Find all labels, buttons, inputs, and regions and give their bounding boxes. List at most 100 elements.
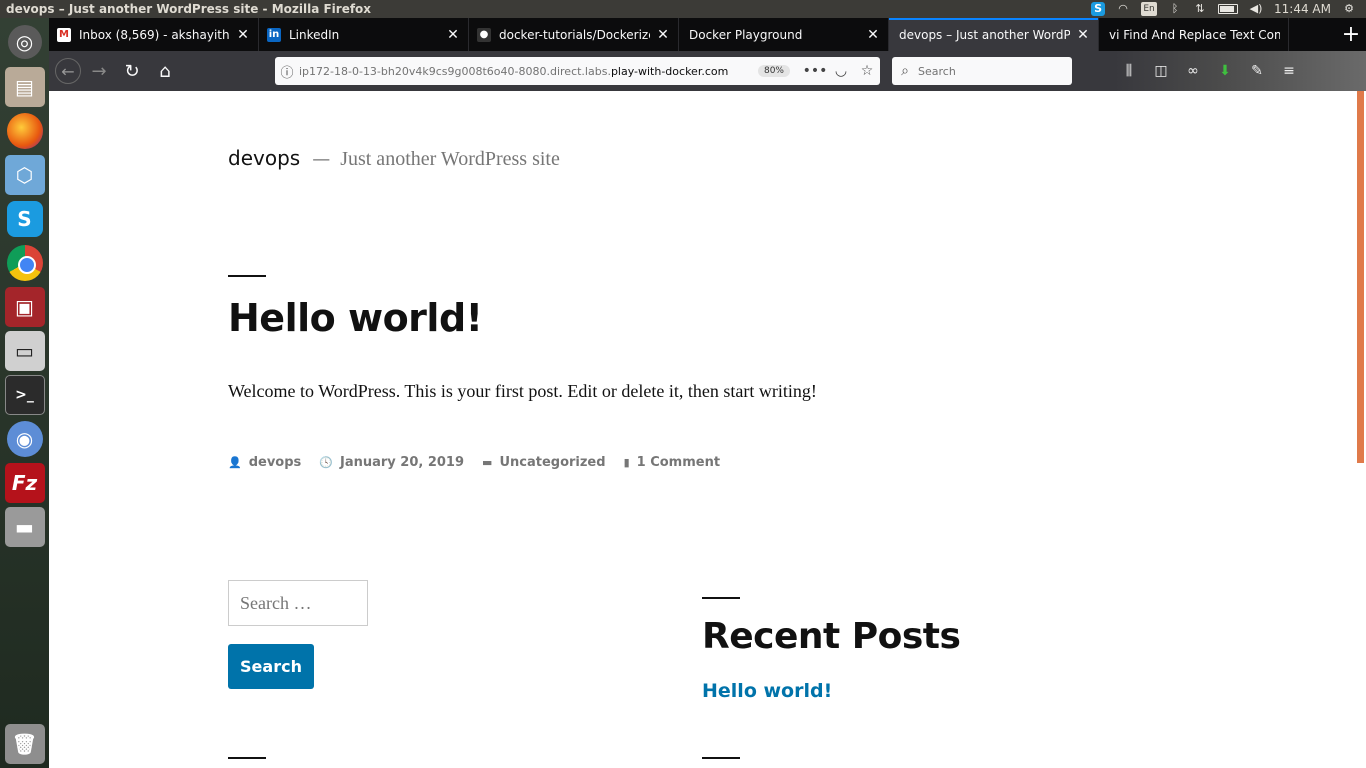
widget-search-input[interactable]: Search … (228, 580, 368, 626)
search-bar[interactable]: ⌕ Search (892, 57, 1072, 85)
terminal-computer-icon[interactable]: ▭ (4, 331, 45, 371)
header-separator: — (312, 149, 331, 170)
post-body: Welcome to WordPress. This is your first… (228, 381, 817, 401)
unity-launcher: ◎ ▤ ⬡ S ▣ ▭ >_ ◉ Fz ▬ 🗑 (0, 18, 49, 768)
site-name-link[interactable]: devops (228, 146, 300, 170)
download-icon[interactable]: ⬇ (1214, 63, 1236, 79)
skype-tray-icon[interactable]: S (1091, 2, 1106, 16)
terminal-icon[interactable]: >_ (4, 375, 45, 415)
person-icon: 👤 (228, 456, 242, 469)
post-divider (228, 275, 266, 277)
tab-label: docker-tutorials/Dockerize_Shell (499, 27, 650, 42)
menu-icon[interactable]: ≡ (1278, 63, 1300, 79)
search-icon: ⌕ (901, 63, 909, 79)
close-icon[interactable]: ✕ (236, 27, 250, 43)
virtualbox-icon[interactable]: ⬡ (4, 155, 45, 195)
site-header: devops — Just another WordPress site (228, 146, 560, 171)
red-app-icon[interactable]: ▣ (4, 287, 45, 327)
close-icon[interactable]: ✕ (1076, 27, 1090, 43)
meta-author[interactable]: 👤 devops (228, 455, 301, 470)
forward-button[interactable]: → (84, 56, 114, 86)
comment-icon: ▮ (623, 456, 630, 469)
meta-category[interactable]: ▬ Uncategorized (482, 455, 606, 470)
widget-search-button[interactable]: Search (228, 644, 314, 689)
skype-icon[interactable]: S (6, 201, 43, 237)
tab-label: Inbox (8,569) - akshayithape11 (79, 27, 230, 42)
back-button[interactable]: ← (55, 58, 81, 84)
clock-icon: 🕓 (319, 456, 333, 469)
meta-date[interactable]: 🕓 January 20, 2019 (319, 455, 464, 470)
tab-docker-playground[interactable]: Docker Playground ✕ (679, 18, 889, 51)
transfer-icon[interactable]: ⇅ (1193, 2, 1207, 16)
firefox-icon[interactable] (6, 113, 43, 149)
reload-button[interactable]: ↻ (117, 56, 147, 86)
date-link[interactable]: January 20, 2019 (340, 455, 464, 470)
url-text[interactable]: ip172-18-0-13-bh20v4k9cs9g008t6o40-8080.… (299, 65, 758, 78)
recent-posts-title: Recent Posts (702, 616, 961, 657)
close-icon[interactable]: ✕ (446, 27, 460, 43)
ubuntu-dash-icon[interactable]: ◎ (7, 25, 42, 59)
tab-label: LinkedIn (289, 27, 340, 42)
volume-icon[interactable]: ◀) (1249, 2, 1263, 16)
toolbar-icons: ⫼ ◫ ∞ ⬇ ✎ ≡ (1114, 51, 1366, 91)
chromium-icon[interactable]: ◉ (6, 421, 43, 457)
wifi-icon[interactable]: ◠ (1116, 2, 1130, 16)
bluetooth-icon[interactable]: ᛒ (1168, 2, 1182, 16)
folder-icon: ▬ (482, 456, 493, 469)
trash-icon[interactable]: 🗑 (4, 724, 45, 764)
system-tray: S ◠ En ᛒ ⇅ ◀) 11:44 AM ⚙ (1091, 2, 1366, 16)
pencil-icon[interactable]: ✎ (1246, 63, 1268, 79)
widget-divider (702, 757, 740, 759)
new-tab-button[interactable]: + (1336, 18, 1366, 51)
url-bar[interactable]: ⓘ ip172-18-0-13-bh20v4k9cs9g008t6o40-808… (275, 57, 880, 85)
sidebar-icon[interactable]: ◫ (1150, 63, 1172, 79)
close-icon[interactable]: ✕ (656, 27, 670, 43)
category-link[interactable]: Uncategorized (499, 455, 605, 470)
info-icon[interactable]: ⓘ (275, 62, 299, 81)
battery-icon[interactable] (1218, 4, 1239, 14)
search-placeholder: Search (918, 64, 956, 78)
tab-gmail[interactable]: M Inbox (8,569) - akshayithape11 ✕ (49, 18, 259, 51)
zoom-indicator[interactable]: 80% (757, 65, 790, 77)
author-link[interactable]: devops (249, 455, 302, 470)
tab-vi-find-replace[interactable]: vi Find And Replace Text Comm (1099, 18, 1289, 51)
tab-label: vi Find And Replace Text Comm (1109, 27, 1280, 42)
widget-divider (702, 597, 740, 599)
web-page: devops — Just another WordPress site Hel… (49, 91, 1355, 768)
tab-devops-active[interactable]: devops – Just another WordPress site ✕ (889, 18, 1099, 51)
scrollbar-thumb[interactable] (1357, 91, 1364, 463)
site-tagline: Just another WordPress site (340, 148, 560, 170)
github-icon: ● (477, 27, 491, 42)
comments-link[interactable]: 1 Comment (637, 455, 720, 470)
library-icon[interactable]: ⫼ (1118, 63, 1140, 79)
keyboard-layout-indicator[interactable]: En (1141, 2, 1158, 16)
post-meta: 👤 devops 🕓 January 20, 2019 ▬ Uncategori… (228, 455, 738, 470)
files-icon[interactable]: ▤ (4, 67, 45, 107)
filezilla-icon[interactable]: Fz (4, 463, 45, 503)
tab-github[interactable]: ● docker-tutorials/Dockerize_Shell ✕ (469, 18, 679, 51)
gmail-icon: M (57, 27, 71, 42)
disk-drive-icon[interactable]: ▬ (4, 507, 45, 547)
browser-tab-bar: M Inbox (8,569) - akshayithape11 ✕ in Li… (49, 18, 1366, 51)
close-icon[interactable]: ✕ (866, 27, 880, 43)
home-button[interactable]: ⌂ (150, 56, 180, 86)
page-scrollbar[interactable] (1355, 91, 1366, 768)
meta-comments[interactable]: ▮ 1 Comment (624, 455, 720, 470)
clock[interactable]: 11:44 AM (1274, 2, 1331, 16)
page-actions-icon[interactable]: ••• (802, 63, 828, 79)
window-title: devops – Just another WordPress site - M… (6, 2, 372, 16)
tab-linkedin[interactable]: in LinkedIn ✕ (259, 18, 469, 51)
widget-divider (228, 757, 266, 759)
search-input-placeholder: Search … (240, 592, 312, 613)
chrome-icon[interactable] (6, 245, 43, 281)
post-title[interactable]: Hello world! (228, 296, 483, 340)
tab-label: Docker Playground (689, 27, 803, 42)
recent-post-link[interactable]: Hello world! (702, 680, 832, 702)
pocket-icon[interactable]: ◡ (828, 63, 854, 79)
tab-label: devops – Just another WordPress site (899, 27, 1070, 42)
bookmark-star-icon[interactable]: ☆ (854, 63, 880, 79)
settings-gear-icon[interactable]: ⚙ (1342, 2, 1356, 16)
linkedin-icon: in (267, 27, 281, 42)
system-top-panel: devops – Just another WordPress site - M… (0, 0, 1366, 18)
private-mask-icon[interactable]: ∞ (1182, 63, 1204, 79)
